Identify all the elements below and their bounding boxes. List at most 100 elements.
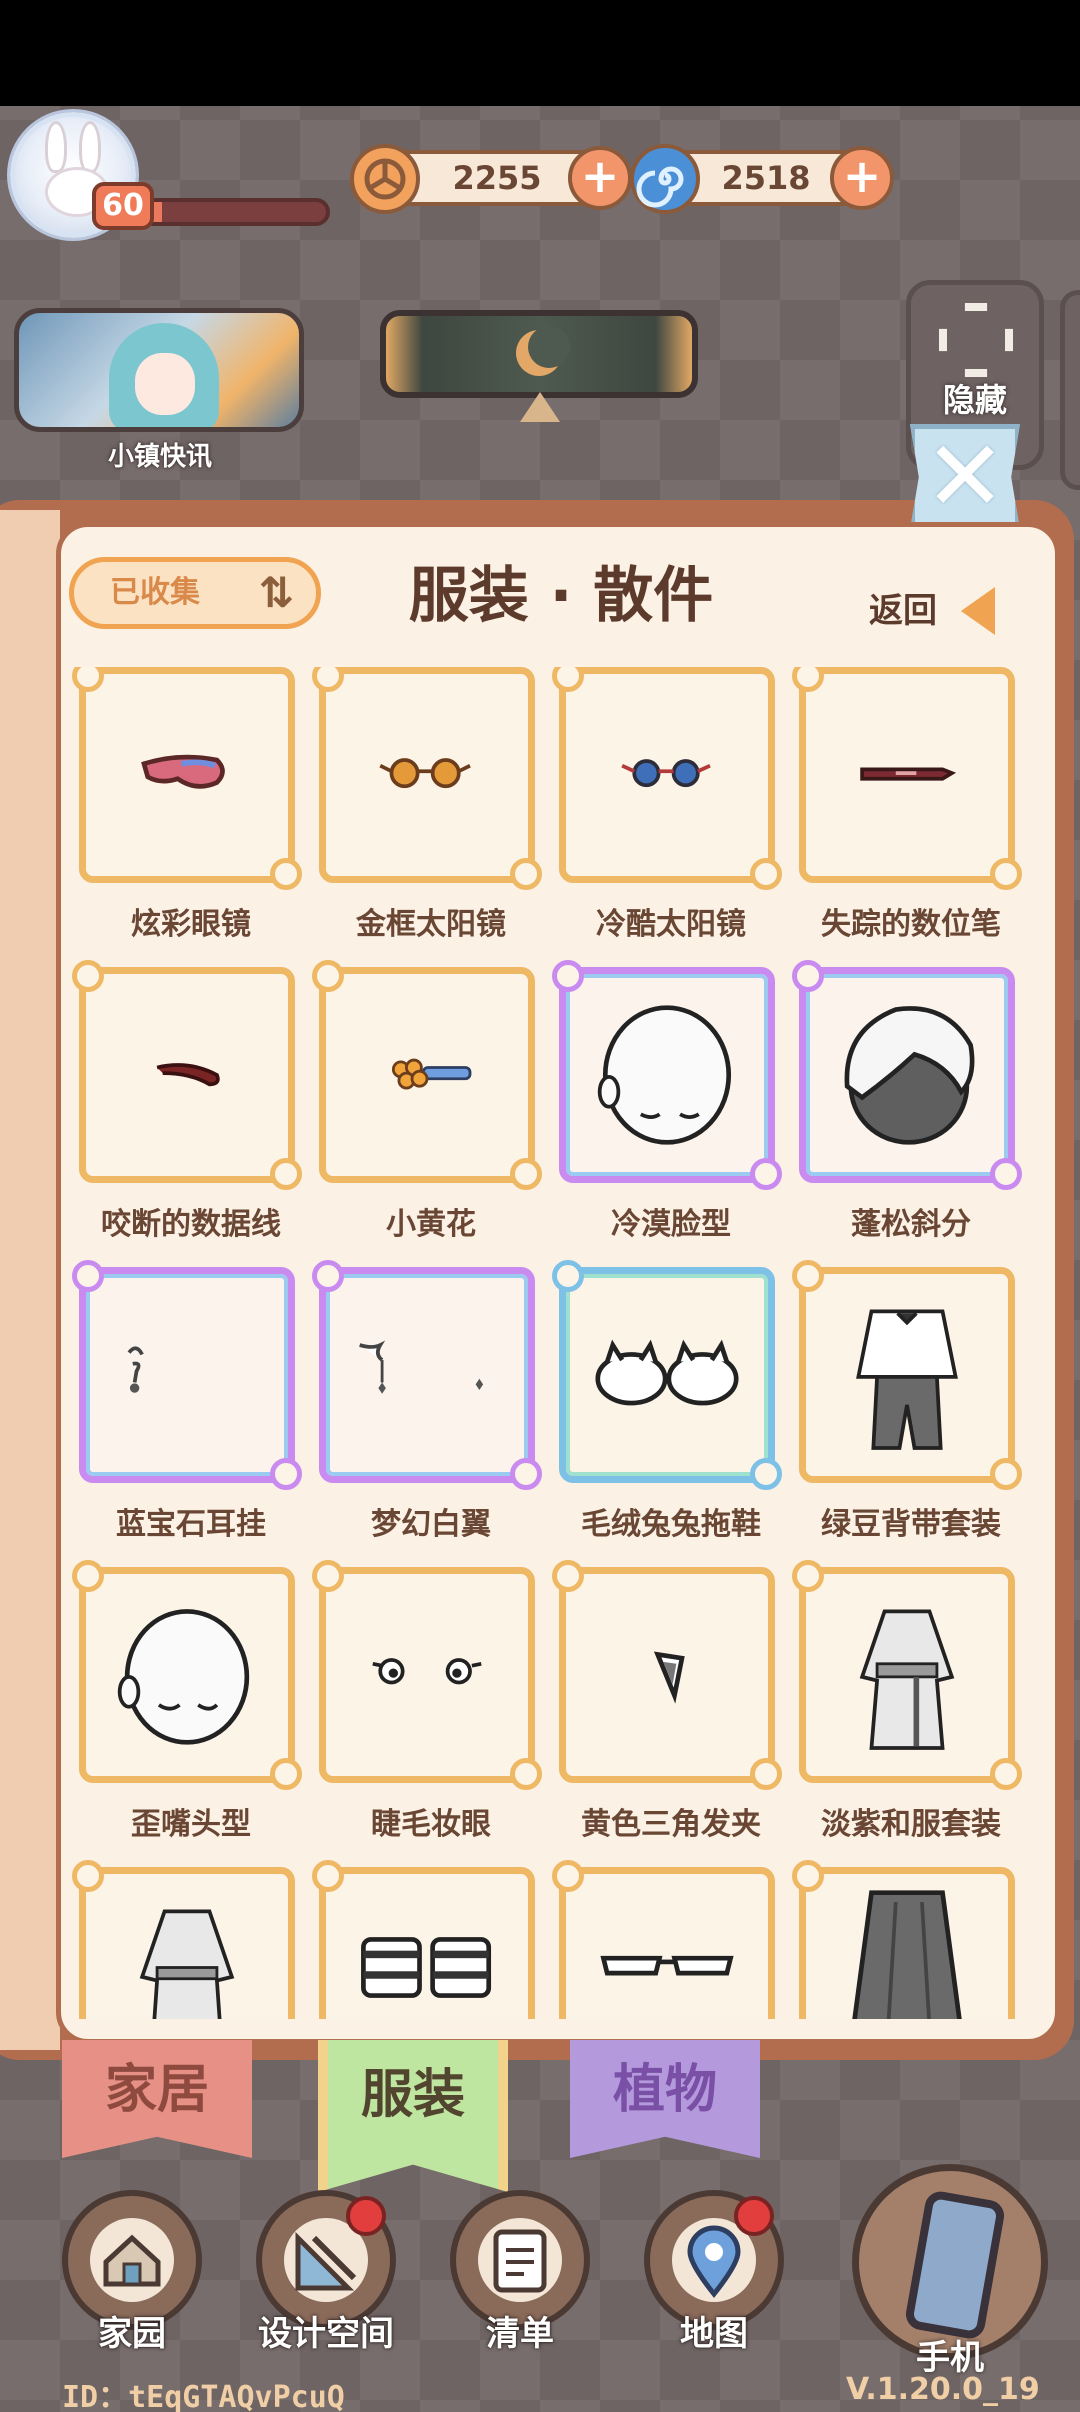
item-card xyxy=(312,1860,535,2019)
item-name: 绿豆背带套装 xyxy=(821,1507,1001,1542)
back-arrow-icon xyxy=(961,587,995,635)
level-badge: 60 xyxy=(92,182,154,230)
item-name: 梦幻白翼 xyxy=(371,1507,491,1542)
item-name: 蓬松斜分 xyxy=(851,1207,971,1242)
item-name: 歪嘴头型 xyxy=(131,1807,251,1842)
item-cell[interactable]: 冷酷太阳镜 xyxy=(551,667,791,967)
item-cell[interactable]: 金框太阳镜 xyxy=(311,667,551,967)
robe-outfit-icon xyxy=(139,1909,235,2019)
town-news-label: 小镇快讯 xyxy=(107,442,212,472)
tab-home-label: 家居 xyxy=(104,2060,209,2120)
item-cell[interactable]: 蓬松斜分 xyxy=(791,960,1031,1267)
day-night-indicator xyxy=(380,310,698,398)
xp-bar xyxy=(140,198,330,226)
hide-ui-label: 隐藏 xyxy=(942,381,1007,419)
items-scroll-area[interactable]: 炫彩眼镜 金框太阳镜 冷酷太阳镜 失踪的数位笔 咬断的数据线 小黄花 冷漠脸型 … xyxy=(71,667,1051,2019)
item-cell[interactable] xyxy=(791,1860,1031,2019)
item-cell[interactable]: 淡紫和服套装 xyxy=(791,1560,1031,1867)
item-cell[interactable] xyxy=(311,1860,551,2019)
gold-sunglasses-icon xyxy=(379,758,471,789)
triangle-hairclip-icon xyxy=(653,1651,685,1704)
notification-dot xyxy=(734,2196,774,2236)
item-card xyxy=(312,1260,542,1490)
close-button[interactable]: ✕ xyxy=(910,424,1020,530)
tab-plants-label: 植物 xyxy=(612,2060,717,2120)
tab-home[interactable]: 家居 xyxy=(62,2040,252,2158)
item-cell[interactable] xyxy=(551,1860,791,2019)
house-icon xyxy=(90,2218,174,2302)
version-label: V.1.20.0_19 xyxy=(846,2372,1040,2407)
side-button-partial[interactable] xyxy=(1060,290,1080,490)
striped-gloves-icon xyxy=(361,1937,492,1998)
currency-swirl: 2518 + xyxy=(630,144,894,214)
item-card xyxy=(792,1560,1022,1790)
item-cell[interactable]: 毛绒兔兔拖鞋 xyxy=(551,1260,791,1567)
item-cell[interactable]: 失踪的数位笔 xyxy=(791,667,1031,967)
rainbow-glasses-icon xyxy=(141,754,225,789)
data-cable-icon xyxy=(156,1063,220,1087)
item-cell[interactable]: 梦幻白翼 xyxy=(311,1260,551,1567)
add-swirl-button[interactable]: + xyxy=(830,146,894,210)
item-cell[interactable]: 冷漠脸型 xyxy=(551,960,791,1267)
collection-panel: 已收集 ⇅ 服装 · 散件 返回 炫彩眼镜 金框太阳镜 冷酷太阳镜 失踪的数位笔… xyxy=(56,522,1060,2044)
item-card xyxy=(72,667,302,890)
item-card xyxy=(72,960,302,1190)
sapphire-earring-icon xyxy=(127,1346,144,1393)
notification-dot xyxy=(346,2196,386,2236)
item-cell[interactable] xyxy=(71,1860,311,2019)
item-cell[interactable]: 炫彩眼镜 xyxy=(71,667,311,967)
collected-filter-button[interactable]: 已收集 ⇅ xyxy=(69,557,321,629)
lash-eyes-icon xyxy=(372,1658,482,1685)
item-card xyxy=(312,1560,542,1790)
tab-plants[interactable]: 植物 xyxy=(570,2040,760,2158)
panel-spine xyxy=(0,510,60,2050)
moon-icon xyxy=(516,326,570,376)
item-name: 金框太阳镜 xyxy=(356,907,506,942)
item-name: 炫彩眼镜 xyxy=(131,907,251,942)
nav-list-label: 清单 xyxy=(486,2314,554,2354)
white-glasses-icon xyxy=(600,1955,734,1976)
item-card xyxy=(72,1260,302,1490)
back-label: 返回 xyxy=(869,591,937,631)
item-card xyxy=(552,960,782,1190)
item-name: 蓝宝石耳挂 xyxy=(116,1507,266,1542)
item-name: 小黄花 xyxy=(386,1207,476,1242)
user-id: ID：tEqGTAQvPcuQ xyxy=(62,2380,345,2412)
back-button[interactable]: 返回 xyxy=(869,583,1019,639)
crooked-head-icon xyxy=(117,1609,250,1745)
item-name: 黄色三角发夹 xyxy=(581,1807,761,1842)
item-cell[interactable]: 咬断的数据线 xyxy=(71,960,311,1267)
item-cell[interactable]: 小黄花 xyxy=(311,960,551,1267)
cool-sunglasses-icon xyxy=(621,759,711,788)
item-cell[interactable]: 黄色三角发夹 xyxy=(551,1560,791,1867)
items-grid: 炫彩眼镜 金框太阳镜 冷酷太阳镜 失踪的数位笔 咬断的数据线 小黄花 冷漠脸型 … xyxy=(71,667,1051,2019)
day-night-pointer xyxy=(520,392,560,422)
coin-icon xyxy=(350,144,420,214)
white-wing-icon xyxy=(359,1340,484,1394)
item-card xyxy=(792,1260,1022,1490)
add-gold-button[interactable]: + xyxy=(568,146,632,210)
town-news-card[interactable] xyxy=(14,308,304,432)
news-character-face xyxy=(135,353,195,415)
cold-face-icon xyxy=(597,1005,732,1145)
bunny-ear-icon xyxy=(45,121,67,173)
currency-gold: 2255 + xyxy=(350,144,632,214)
overalls-outfit-icon xyxy=(856,1309,958,1450)
tab-fashion[interactable]: 服装 xyxy=(318,2040,508,2192)
sort-icon: ⇅ xyxy=(258,568,294,617)
nav-home-label: 家园 xyxy=(98,2314,166,2354)
item-card xyxy=(552,1260,782,1490)
panel-title: 服装 · 散件 xyxy=(408,561,714,631)
item-name: 冷酷太阳镜 xyxy=(596,907,746,942)
item-cell[interactable]: 绿豆背带套装 xyxy=(791,1260,1031,1567)
collected-filter-label: 已收集 xyxy=(110,575,200,610)
item-card xyxy=(792,1860,1015,2019)
close-icon: ✕ xyxy=(923,420,1007,534)
nav-design-label: 设计空间 xyxy=(258,2314,394,2354)
item-card xyxy=(792,667,1022,890)
item-cell[interactable]: 歪嘴头型 xyxy=(71,1560,311,1867)
item-cell[interactable]: 蓝宝石耳挂 xyxy=(71,1260,311,1567)
item-cell[interactable]: 睫毛妆眼 xyxy=(311,1560,551,1867)
nav-map-label: 地图 xyxy=(680,2314,748,2354)
item-card xyxy=(552,1860,775,2019)
